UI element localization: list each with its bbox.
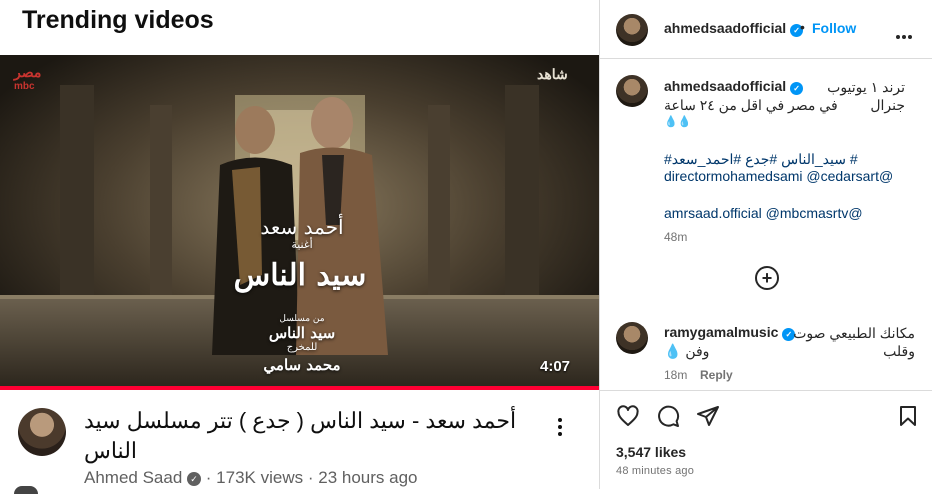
upload-age: 23 hours ago — [318, 468, 418, 487]
channel-name[interactable]: Ahmed Saad — [84, 468, 182, 487]
video-title[interactable]: أحمد سعد - سيد الناس ( جدع ) تتر مسلسل س… — [84, 406, 524, 466]
comment-text-2: وفن 💧 — [664, 343, 710, 359]
overlay-artist: أحمد سعد — [260, 215, 344, 239]
author-avatar[interactable] — [616, 14, 648, 46]
divider — [600, 390, 932, 391]
comment-text-1: مكانك الطبيعي صوت وقلب — [793, 325, 915, 359]
channel-avatar[interactable] — [18, 408, 66, 456]
caption-line-3: 💧💧 — [664, 116, 692, 128]
shahid-logo: شاهد — [537, 66, 568, 82]
verified-icon: ✓ — [790, 82, 804, 95]
partial-avatar — [14, 486, 38, 494]
load-more-icon[interactable]: + — [755, 266, 779, 290]
overlay-director-label: للمخرج — [286, 342, 318, 353]
more-options-icon[interactable] — [896, 26, 916, 39]
overlay-song: سيد الناس — [233, 258, 367, 293]
commenter-avatar[interactable] — [616, 322, 648, 354]
like-heart-icon[interactable] — [616, 404, 640, 428]
instagram-post-panel: ahmedsaadofficial ✓ • Follow ahmedsaadoff… — [599, 0, 932, 489]
author-username[interactable]: ahmedsaadofficial ✓ — [664, 20, 804, 37]
caption-hashtags[interactable]: #سيد_الناس #جدع #احمد_سعد # — [664, 150, 858, 168]
youtube-trending-panel: Trending videos مصر mbc شاهد أحمد سعد أغ… — [0, 0, 599, 494]
video-meta: Ahmed Saad ✓ · 173K views · 23 hours ago — [84, 468, 418, 487]
caption-avatar[interactable] — [616, 75, 648, 107]
overlay-series-prefix: من مسلسل — [279, 314, 325, 324]
section-title: Trending videos — [22, 6, 214, 34]
caption-mentions-2[interactable]: amrsaad.official @mbcmasrtv@ — [664, 204, 863, 222]
more-options-icon[interactable] — [550, 416, 570, 440]
save-bookmark-icon[interactable] — [896, 404, 920, 428]
caption-username[interactable]: ahmedsaadofficial ✓ — [664, 78, 804, 95]
overlay-song-label: أغنية — [291, 238, 313, 251]
likes-count[interactable]: 3,547 likes — [616, 444, 686, 460]
post-header: ahmedsaadofficial ✓ • Follow — [600, 0, 932, 59]
caption-mentions-1[interactable]: directormohamedsami @cedarsart@ — [664, 167, 893, 185]
commenter-username[interactable]: ramygamalmusic ✓ — [664, 324, 796, 341]
watch-progress-bar — [0, 386, 599, 390]
post-time: 48 minutes ago — [616, 465, 695, 477]
video-duration: 4:07 — [540, 358, 571, 375]
comment-age: 18m — [664, 368, 688, 382]
overlay-director: محمد سامي — [263, 356, 341, 374]
caption-age: 48m — [664, 230, 688, 244]
caption-line-2: في مصر في اقل من ٢٤ ساعة — [664, 97, 838, 113]
mbc-logo: مصر mbc — [14, 64, 42, 92]
share-paper-plane-icon[interactable] — [696, 404, 720, 428]
verified-icon: ✓ — [187, 472, 202, 486]
comment-bubble-icon[interactable] — [656, 404, 680, 428]
view-count: 173K views — [216, 468, 304, 487]
overlay-series: سيد الناس — [268, 324, 336, 342]
reply-button[interactable]: Reply — [700, 368, 733, 382]
follow-button[interactable]: Follow — [812, 20, 856, 36]
